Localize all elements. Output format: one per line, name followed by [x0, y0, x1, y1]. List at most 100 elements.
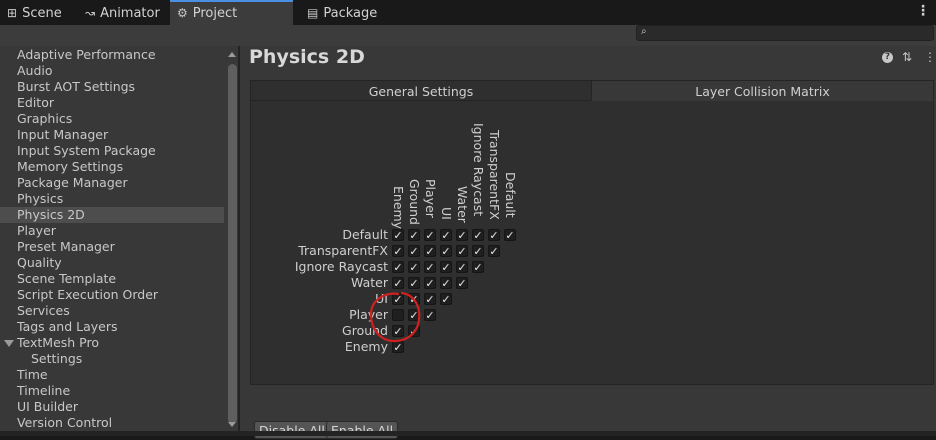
tab-project-settings[interactable]: ⚙Project Settings: [170, 0, 293, 43]
animator-icon: ↝: [85, 6, 96, 20]
sidebar-item-preset-manager[interactable]: Preset Manager: [17, 239, 115, 255]
collision-checkbox[interactable]: ✓: [424, 277, 436, 289]
collision-checkbox[interactable]: ✓: [408, 325, 420, 337]
sidebar-item-physics-2d[interactable]: Physics 2D: [17, 207, 85, 223]
window-menu-icon[interactable]: ⋮: [916, 3, 930, 19]
sidebar-item-settings[interactable]: Settings: [31, 351, 82, 367]
collision-checkbox[interactable]: ✓: [408, 293, 420, 305]
sidebar-item-package-manager[interactable]: Package Manager: [17, 175, 128, 191]
help-icon[interactable]: ?: [882, 52, 893, 63]
collision-checkbox[interactable]: ✓: [488, 229, 500, 241]
collision-checkbox[interactable]: ✓: [456, 277, 468, 289]
row-header: Default: [342, 227, 388, 242]
collision-checkbox[interactable]: ✓: [504, 229, 516, 241]
sidebar-item-version-control[interactable]: Version Control: [17, 415, 112, 431]
sidebar-item-editor[interactable]: Editor: [17, 95, 54, 111]
tab-layer-collision-matrix[interactable]: Layer Collision Matrix: [591, 80, 934, 101]
column-header: TransparentFX: [487, 130, 502, 220]
sidebar-item-adaptive-performance[interactable]: Adaptive Performance: [17, 47, 156, 63]
more-icon[interactable]: ⋮: [924, 50, 936, 64]
page-title: Physics 2D: [249, 46, 365, 68]
collision-checkbox[interactable]: ✓: [408, 309, 420, 321]
sidebar-item-services[interactable]: Services: [17, 303, 70, 319]
collision-checkbox[interactable]: ✓: [392, 261, 404, 273]
sidebar-item-physics[interactable]: Physics: [17, 191, 63, 207]
settings-sidebar: Adaptive Performance Audio Burst AOT Setti…: [0, 46, 238, 436]
sidebar-item-scene-template[interactable]: Scene Template: [17, 271, 116, 287]
collision-checkbox[interactable]: ✓: [440, 229, 452, 241]
window-tab-bar: ⊞ Scene ↝ Animator ⚙Project Settings▤Package…: [0, 0, 936, 47]
sidebar-item-memory-settings[interactable]: Memory Settings: [17, 159, 123, 175]
sidebar-item-audio[interactable]: Audio: [17, 63, 53, 79]
row-header: Ignore Raycast: [294, 259, 388, 274]
collision-checkbox[interactable]: [392, 309, 404, 321]
tab-general-settings[interactable]: General Settings: [250, 80, 592, 101]
collision-checkbox[interactable]: ✓: [392, 229, 404, 241]
collision-checkbox[interactable]: ✓: [392, 277, 404, 289]
collision-checkbox[interactable]: ✓: [392, 245, 404, 257]
scroll-thumb[interactable]: [228, 64, 237, 424]
row-header: Player: [349, 307, 388, 322]
collision-checkbox[interactable]: ✓: [472, 229, 484, 241]
collision-checkbox[interactable]: ✓: [456, 229, 468, 241]
collision-checkbox[interactable]: ✓: [472, 261, 484, 273]
collision-checkbox[interactable]: ✓: [424, 293, 436, 305]
column-header: Ground: [407, 179, 422, 225]
sidebar-item-ui-builder[interactable]: UI Builder: [17, 399, 78, 415]
collision-checkbox[interactable]: ✓: [456, 245, 468, 257]
sidebar-item-burst-aot-settings[interactable]: Burst AOT Settings: [17, 79, 135, 95]
collision-checkbox[interactable]: ✓: [440, 245, 452, 257]
column-header: Player: [423, 179, 438, 218]
collision-checkbox[interactable]: ✓: [408, 245, 420, 257]
collision-checkbox[interactable]: ✓: [408, 277, 420, 289]
collision-checkbox[interactable]: ✓: [424, 261, 436, 273]
collision-checkbox[interactable]: ✓: [408, 261, 420, 273]
expand-arrow-icon[interactable]: [4, 340, 14, 347]
sidebar-item-input-system-package[interactable]: Input System Package: [17, 143, 156, 159]
collision-checkbox[interactable]: ✓: [440, 277, 452, 289]
sidebar-item-player[interactable]: Player: [17, 223, 56, 239]
sidebar-item-script-execution-order[interactable]: Script Execution Order: [17, 287, 158, 303]
collision-checkbox[interactable]: ✓: [440, 261, 452, 273]
row-header: Enemy: [344, 339, 388, 354]
collision-checkbox[interactable]: ✓: [440, 293, 452, 305]
search-row: ⌕: [0, 25, 936, 46]
tab-animator[interactable]: ↝ Animator: [78, 0, 168, 25]
sidebar-item-quality[interactable]: Quality: [17, 255, 62, 271]
search-input[interactable]: ⌕: [636, 25, 934, 41]
collision-checkbox[interactable]: ✓: [472, 245, 484, 257]
collision-checkbox[interactable]: ✓: [408, 229, 420, 241]
row-header: Ground: [342, 323, 388, 338]
package-icon: ▤: [307, 6, 319, 20]
collision-checkbox[interactable]: ✓: [392, 293, 404, 305]
disable-all-button[interactable]: Disable All: [254, 421, 330, 439]
sidebar-scrollbar[interactable]: [227, 46, 238, 436]
collision-checkbox[interactable]: ✓: [424, 245, 436, 257]
column-header: Default: [503, 172, 518, 218]
sidebar-item-time[interactable]: Time: [17, 367, 48, 383]
sidebar-item-textmesh-pro[interactable]: TextMesh Pro: [17, 335, 99, 351]
row-header: UI: [375, 291, 388, 306]
sidebar-item-input-manager[interactable]: Input Manager: [17, 127, 108, 143]
tab-package-manager[interactable]: ▤Package Manager: [300, 0, 436, 47]
column-header: Water: [455, 186, 470, 223]
row-header: TransparentFX: [298, 243, 388, 258]
presets-icon[interactable]: ⇅: [902, 50, 912, 64]
collision-checkbox[interactable]: ✓: [392, 341, 404, 353]
settings-tabs: General Settings Layer Collision Matrix: [250, 80, 934, 101]
tab-scene[interactable]: ⊞ Scene: [0, 0, 72, 25]
layer-collision-matrix-panel: Enemy Ground Player UI Water Ignore Raycast Tr…: [250, 101, 934, 439]
collision-checkbox[interactable]: ✓: [488, 245, 500, 257]
row-header: Water: [351, 275, 388, 290]
sidebar-item-graphics[interactable]: Graphics: [17, 111, 72, 127]
collision-checkbox[interactable]: ✓: [456, 261, 468, 273]
sidebar-item-tags-and-layers[interactable]: Tags and Layers: [17, 319, 118, 335]
collision-checkbox[interactable]: ✓: [424, 229, 436, 241]
scroll-up-arrow-icon[interactable]: [228, 52, 236, 57]
scroll-down-arrow-icon[interactable]: [228, 422, 236, 427]
gear-icon: ⚙: [177, 6, 188, 20]
collision-checkbox[interactable]: ✓: [392, 325, 404, 337]
enable-all-button[interactable]: Enable All: [326, 421, 399, 439]
collision-checkbox[interactable]: ✓: [424, 309, 436, 321]
sidebar-item-timeline[interactable]: Timeline: [17, 383, 70, 399]
